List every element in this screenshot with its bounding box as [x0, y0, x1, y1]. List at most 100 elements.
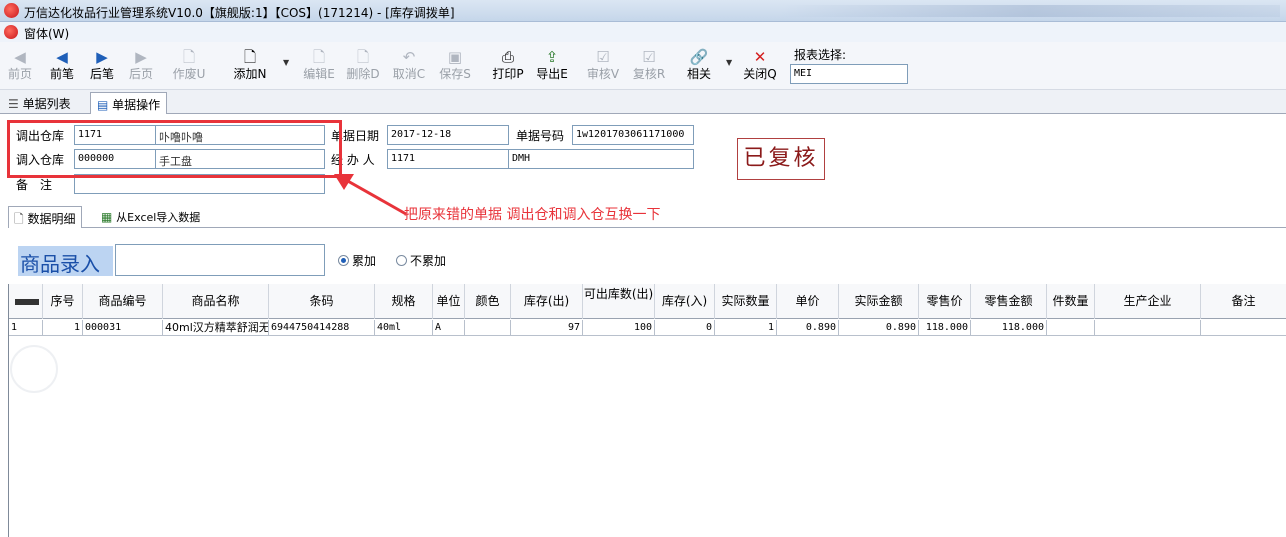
- col-header[interactable]: 生产企业: [1095, 284, 1201, 319]
- table-cell[interactable]: [1201, 320, 1286, 336]
- col-header[interactable]: 单价: [777, 284, 839, 319]
- menu-bar: 窗体(W): [0, 22, 1286, 42]
- add-button[interactable]: 🗋 添加N: [230, 48, 270, 88]
- table-cell[interactable]: 97: [511, 320, 583, 336]
- table-cell[interactable]: 0: [655, 320, 715, 336]
- col-header[interactable]: 库存(出): [511, 284, 583, 319]
- next-page-button[interactable]: ▶ 后页: [126, 48, 156, 88]
- edit-button[interactable]: 🗋 编辑E: [300, 48, 338, 88]
- recheck-button[interactable]: ☑ 复核R: [630, 48, 668, 88]
- table-cell[interactable]: 118.000: [971, 320, 1047, 336]
- delete-button[interactable]: 🗋 删除D: [344, 48, 382, 88]
- cancel-button[interactable]: ↶ 取消C: [390, 48, 428, 88]
- handler-code-input[interactable]: 1171: [387, 149, 509, 169]
- audit-button[interactable]: ☑ 审核V: [584, 48, 622, 88]
- top-tab-bar: ☰ 单据列表 ▤ 单据操作: [0, 90, 1286, 114]
- radio-accumulate[interactable]: 累加: [338, 252, 376, 269]
- printer-icon: ⎙: [501, 48, 514, 66]
- col-header[interactable]: 规格: [375, 284, 433, 319]
- undo-icon: ↶: [402, 48, 416, 66]
- toolbar: ◀ 前页 ◀ 前笔 ▶ 后笔 ▶ 后页 🗋 作废U 🗋 添加N ▼ 🗋 编辑E …: [0, 42, 1286, 90]
- faint-circle-icon: [10, 345, 58, 393]
- recheck-icon: ☑: [642, 48, 656, 66]
- row-selector-icon[interactable]: [9, 284, 43, 319]
- left-arrow-icon: ◀: [56, 48, 68, 66]
- audit-icon: ☑: [596, 48, 610, 66]
- table-cell[interactable]: 000031: [83, 320, 163, 336]
- app-logo-icon: [4, 3, 19, 18]
- col-header[interactable]: 备注: [1201, 284, 1286, 319]
- close-icon: ✕: [753, 48, 767, 66]
- print-button[interactable]: ⎙ 打印P: [488, 48, 528, 88]
- col-header[interactable]: 单位: [433, 284, 465, 319]
- radio-checked-icon: [338, 255, 349, 266]
- table-cell[interactable]: [1095, 320, 1201, 336]
- table-cell[interactable]: 1: [715, 320, 777, 336]
- col-header[interactable]: 条码: [269, 284, 375, 319]
- col-header[interactable]: 商品名称: [163, 284, 269, 319]
- report-select-label: 报表选择:: [794, 48, 847, 62]
- prev-page-button[interactable]: ◀ 前页: [6, 48, 34, 88]
- table-cell[interactable]: 100: [583, 320, 655, 336]
- col-header[interactable]: 颜色: [465, 284, 511, 319]
- product-entry-label: 商品录入: [18, 246, 113, 276]
- doc-icon: 🗋: [14, 212, 24, 226]
- table-cell[interactable]: 40ml: [375, 320, 433, 336]
- menu-logo-icon: [4, 25, 18, 39]
- last-arrow-icon: ▶: [135, 48, 147, 66]
- export-button[interactable]: ⇪ 导出E: [532, 48, 572, 88]
- table-cell[interactable]: 118.000: [919, 320, 971, 336]
- col-header[interactable]: 零售金额: [971, 284, 1047, 319]
- report-select-input[interactable]: MEI: [790, 64, 908, 84]
- status-stamp: 已复核: [737, 138, 825, 180]
- table-cell[interactable]: A: [433, 320, 465, 336]
- menu-window[interactable]: 窗体(W): [24, 25, 69, 42]
- right-arrow-icon: ▶: [96, 48, 108, 66]
- excel-icon: ▦: [101, 210, 113, 224]
- tab-excel-import[interactable]: ▦ 从Excel导入数据: [96, 206, 205, 228]
- void-doc-icon: 🗋: [182, 48, 196, 66]
- table-cell[interactable]: 0.890: [777, 320, 839, 336]
- add-dropdown-icon[interactable]: ▼: [283, 58, 289, 67]
- sub-tab-bar: 🗋 数据明细 ▦ 从Excel导入数据: [8, 206, 1286, 228]
- doc-number-input[interactable]: 1w1201703061171000: [572, 125, 694, 145]
- delete-icon: 🗋: [356, 48, 370, 66]
- prev-record-button[interactable]: ◀ 前笔: [46, 48, 78, 88]
- radio-unchecked-icon: [396, 255, 407, 266]
- col-header[interactable]: 实际金额: [839, 284, 919, 319]
- date-input[interactable]: 2017-12-18: [387, 125, 509, 145]
- col-header[interactable]: 商品编号: [83, 284, 163, 319]
- link-icon: 🔗: [689, 48, 709, 66]
- detail-grid: 序号 商品编号 商品名称 条码 规格 单位 颜色 库存(出) 可出库数(出) 库…: [8, 284, 1286, 537]
- tab-doc-operation[interactable]: ▤ 单据操作: [90, 92, 168, 114]
- table-cell[interactable]: 1: [43, 320, 83, 336]
- related-dropdown-icon[interactable]: ▼: [726, 58, 732, 67]
- highlight-box: [7, 120, 342, 178]
- col-header[interactable]: 可出库数(出): [583, 284, 655, 319]
- table-cell[interactable]: [465, 320, 511, 336]
- add-doc-icon: 🗋: [243, 48, 257, 66]
- col-header[interactable]: 零售价: [919, 284, 971, 319]
- table-cell[interactable]: 0.890: [839, 320, 919, 336]
- save-button[interactable]: ▣ 保存S: [436, 48, 474, 88]
- handler-name-input[interactable]: DMH: [508, 149, 694, 169]
- col-header[interactable]: 序号: [43, 284, 83, 319]
- col-header[interactable]: 库存(入): [655, 284, 715, 319]
- product-entry-input[interactable]: [115, 244, 325, 276]
- table-cell[interactable]: 40ml汉方精萃舒润无: [163, 320, 269, 336]
- export-icon: ⇪: [545, 48, 559, 66]
- tab-doc-list[interactable]: ☰ 单据列表: [2, 92, 77, 114]
- radio-no-accumulate[interactable]: 不累加: [396, 252, 446, 269]
- void-button[interactable]: 🗋 作废U: [170, 48, 208, 88]
- first-arrow-icon: ◀: [14, 48, 26, 66]
- table-cell[interactable]: [1047, 320, 1095, 336]
- col-header[interactable]: 实际数量: [715, 284, 777, 319]
- form-icon: ▤: [97, 98, 109, 112]
- table-row-number[interactable]: 1: [9, 320, 43, 336]
- table-cell[interactable]: 6944750414288: [269, 320, 375, 336]
- col-header[interactable]: 件数量: [1047, 284, 1095, 319]
- related-button[interactable]: 🔗 相关: [684, 48, 714, 88]
- next-record-button[interactable]: ▶ 后笔: [86, 48, 118, 88]
- close-button[interactable]: ✕ 关闭Q: [742, 48, 778, 88]
- tab-data-detail[interactable]: 🗋 数据明细: [8, 206, 82, 228]
